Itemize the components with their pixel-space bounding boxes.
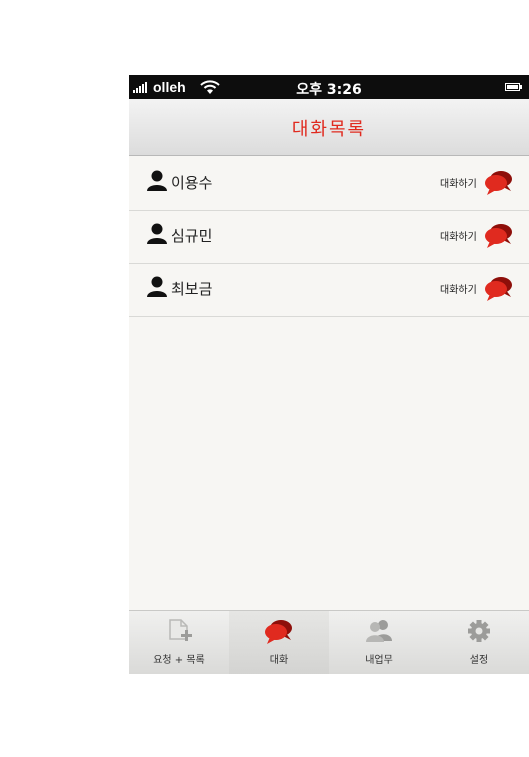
tab-label: 요청 + 목록 xyxy=(153,655,205,666)
chat-bubbles-icon xyxy=(264,617,294,647)
tab-label: 내업무 xyxy=(365,655,393,666)
battery-icon xyxy=(505,83,522,91)
tab-my-tasks[interactable]: 내업무 xyxy=(329,611,429,674)
navigation-bar: 대화목록 xyxy=(129,99,529,156)
chat-bubbles-icon[interactable] xyxy=(484,276,514,302)
status-bar: olleh 오후 3:26 xyxy=(129,75,529,99)
tab-label: 설정 xyxy=(469,655,489,666)
person-icon xyxy=(146,170,168,192)
conversation-list: 이용수 대화하기 심규민 대화하기 최보금 대화하기 xyxy=(129,158,529,317)
list-item[interactable]: 심규민 대화하기 xyxy=(129,211,529,264)
phone-screen: olleh 오후 3:26 대화목록 이용수 대화하기 심규민 대화하기 최보금… xyxy=(129,75,529,674)
person-icon xyxy=(146,223,168,245)
person-icon xyxy=(146,276,168,298)
tab-label: 대화 xyxy=(269,655,289,666)
contact-name: 이용수 xyxy=(171,174,213,192)
new-document-icon xyxy=(169,619,192,641)
contact-name: 최보금 xyxy=(171,280,213,298)
tab-settings[interactable]: 설정 xyxy=(429,611,529,674)
contact-name: 심규민 xyxy=(171,227,213,245)
chat-bubbles-icon[interactable] xyxy=(484,170,514,196)
people-icon xyxy=(366,620,392,642)
page-title: 대화목록 xyxy=(291,119,367,140)
gear-icon xyxy=(468,620,490,642)
tab-chat[interactable]: 대화 xyxy=(229,611,329,674)
list-item[interactable]: 최보금 대화하기 xyxy=(129,264,529,317)
tab-request-list[interactable]: 요청 + 목록 xyxy=(129,611,229,674)
start-chat-label[interactable]: 대화하기 xyxy=(440,228,477,243)
list-item[interactable]: 이용수 대화하기 xyxy=(129,158,529,211)
tab-bar: 요청 + 목록 대화 내업무 설정 xyxy=(129,610,529,674)
start-chat-label[interactable]: 대화하기 xyxy=(440,175,477,190)
start-chat-label[interactable]: 대화하기 xyxy=(440,281,477,296)
status-time: 오후 3:26 xyxy=(296,82,362,98)
chat-bubbles-icon[interactable] xyxy=(484,223,514,249)
